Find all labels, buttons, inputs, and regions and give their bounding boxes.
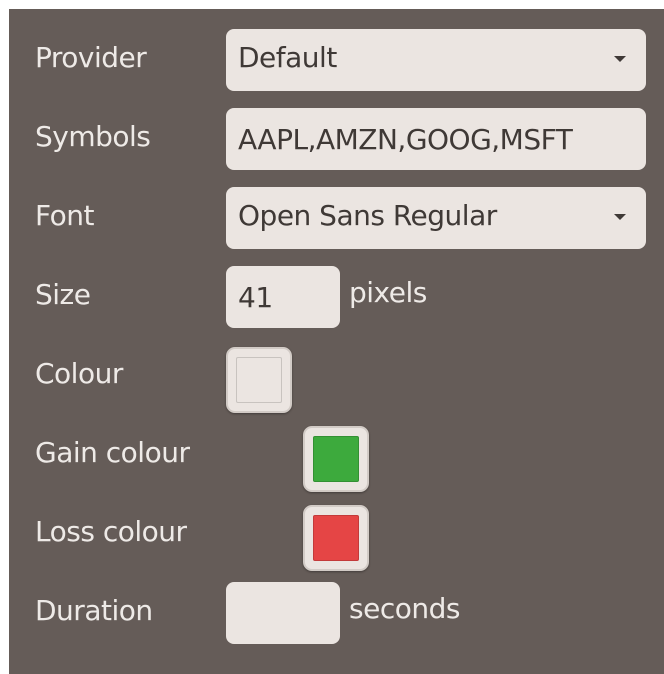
loss-colour-swatch <box>313 515 359 561</box>
loss-colour-label: Loss colour <box>35 515 187 548</box>
provider-row: Provider Default <box>9 27 664 91</box>
font-select[interactable]: Open Sans Regular <box>226 187 646 249</box>
chevron-down-icon <box>614 56 626 62</box>
colour-label: Colour <box>35 357 123 390</box>
size-label: Size <box>35 278 91 311</box>
provider-select[interactable]: Default <box>226 29 646 91</box>
symbols-input[interactable] <box>226 108 646 170</box>
size-input[interactable] <box>226 266 340 328</box>
provider-label: Provider <box>35 41 147 74</box>
loss-colour-row: Loss colour <box>9 501 664 571</box>
duration-unit-label: seconds <box>349 592 460 625</box>
font-row: Font Open Sans Regular <box>9 185 664 249</box>
font-label: Font <box>35 199 94 232</box>
duration-label: Duration <box>35 594 153 627</box>
colour-row: Colour <box>9 343 664 413</box>
symbols-label: Symbols <box>35 120 151 153</box>
gain-colour-row: Gain colour <box>9 422 664 492</box>
size-unit-label: pixels <box>349 276 427 309</box>
chevron-down-icon <box>614 214 626 220</box>
duration-input[interactable] <box>226 582 340 644</box>
colour-picker-button[interactable] <box>226 347 292 413</box>
gain-colour-picker-button[interactable] <box>303 426 369 492</box>
gain-colour-swatch <box>313 436 359 482</box>
symbols-row: Symbols <box>9 106 664 170</box>
settings-panel: Provider Default Symbols Font Open Sans … <box>9 9 664 674</box>
font-select-value: Open Sans Regular <box>238 199 497 232</box>
duration-row: Duration seconds <box>9 580 664 644</box>
gain-colour-label: Gain colour <box>35 436 190 469</box>
loss-colour-picker-button[interactable] <box>303 505 369 571</box>
size-row: Size pixels <box>9 264 664 328</box>
provider-select-value: Default <box>238 41 337 74</box>
colour-swatch <box>236 357 282 403</box>
